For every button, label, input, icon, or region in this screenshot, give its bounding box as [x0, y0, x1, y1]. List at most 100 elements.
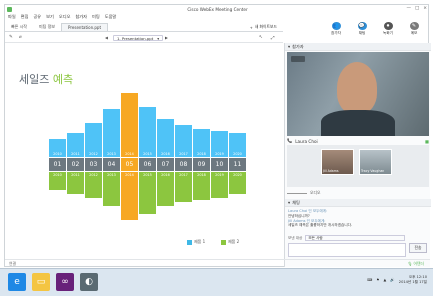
- video-thumbnails: Jill Adams Tracy Vaughan: [287, 145, 429, 187]
- menu-edit[interactable]: 편집: [21, 14, 29, 20]
- next-page-button[interactable]: ▶: [165, 35, 168, 40]
- participants-pane-title: 참가자: [292, 43, 304, 49]
- participants-icon: 👥: [331, 22, 341, 30]
- thumbnail-2[interactable]: Tracy Vaughan: [359, 149, 392, 175]
- send-to-row: 보낸 대상 모든 사람: [288, 235, 428, 241]
- prev-page-button[interactable]: ◀: [105, 35, 108, 40]
- menu-file[interactable]: 파일: [8, 14, 16, 20]
- pen-icon[interactable]: ✎: [9, 35, 13, 40]
- legend-label-2: 제품 2: [228, 239, 240, 244]
- fullscreen-icon[interactable]: ⤢: [271, 35, 275, 41]
- year-label: 2012: [89, 173, 98, 177]
- year-label: 2017: [179, 152, 188, 156]
- new-whiteboard-button[interactable]: + 새 화이트보드: [250, 23, 277, 31]
- audio-label: 오디오: [310, 190, 321, 195]
- tab-presentation[interactable]: Presentation.ppt: [61, 23, 109, 31]
- year-label: 2011: [71, 152, 80, 156]
- year-label: 2015: [143, 152, 152, 156]
- keyboard-icon[interactable]: ⌨: [367, 278, 372, 282]
- slide-title-main: 세일즈: [19, 73, 50, 86]
- phone-icon: 📞: [287, 138, 293, 143]
- speaker-name: Laura Choi: [295, 138, 318, 144]
- menu-help[interactable]: 도움말: [105, 14, 117, 20]
- clock-date: 2014년 1월 17일: [398, 279, 427, 284]
- status-bar: 연결 🎙 어텐더: [5, 259, 430, 267]
- annotate-icon[interactable]: ⌀: [19, 35, 22, 40]
- recorder-panel-button[interactable]: ⏺ 녹화기: [378, 13, 398, 45]
- app-window: Cisco WebEx Meeting Center — □ × 파일 편집 공…: [4, 4, 431, 267]
- tab-bar: 빠른 시작 미팅 정보 Presentation.ppt + 새 화이트보드: [5, 23, 283, 32]
- visual-studio-taskbar-button[interactable]: ∞: [56, 273, 74, 291]
- slide-title-accent: 예측: [52, 73, 74, 86]
- month-cell: 08: [175, 158, 192, 171]
- thumbnail-1[interactable]: Jill Adams: [321, 149, 354, 175]
- recorder-label: 녹화기: [383, 31, 393, 35]
- participants-pane-header: ▾ 참가자: [285, 43, 431, 51]
- chat-pane-title: 채팅: [292, 199, 300, 205]
- upper-bar: 2013: [103, 109, 120, 157]
- month-cell: 11: [229, 158, 246, 171]
- webex-taskbar-button[interactable]: ◐: [80, 273, 98, 291]
- ie-taskbar-button[interactable]: e: [8, 273, 26, 291]
- month-cell: 07: [157, 158, 174, 171]
- title-bar: Cisco WebEx Meeting Center — □ ×: [5, 5, 430, 13]
- visual-studio-icon: ∞: [61, 277, 69, 287]
- chevron-down-icon[interactable]: ▾: [288, 44, 290, 49]
- maximize-button[interactable]: □: [415, 6, 419, 11]
- tab-quick-start[interactable]: 빠른 시작: [5, 23, 33, 31]
- menu-meeting[interactable]: 미팅: [92, 14, 100, 20]
- explorer-taskbar-button[interactable]: ▭: [32, 273, 50, 291]
- pointer-icon[interactable]: ↖: [259, 35, 263, 40]
- audio-row: 오디오: [287, 189, 429, 197]
- menu-participant[interactable]: 참가자: [75, 14, 87, 20]
- upper-bar: 2016: [157, 119, 174, 157]
- flag-icon[interactable]: ⚑: [376, 278, 379, 282]
- status-right-label: 어텐더: [413, 260, 424, 266]
- send-to-value: 모든 사람: [308, 235, 323, 240]
- lower-bar: 2010: [49, 172, 66, 190]
- tab-meeting-info[interactable]: 미팅 정보: [33, 23, 61, 31]
- participants-panel-button[interactable]: 👥 참가자: [326, 13, 346, 45]
- chat-line-text: 세일즈 예측은 훌륭하지만 개시하겠습니다.: [288, 223, 353, 228]
- month-cell: 01: [49, 158, 66, 171]
- send-button[interactable]: 전송: [409, 243, 427, 253]
- close-button[interactable]: ×: [423, 6, 427, 11]
- clock[interactable]: 오후 12:10 2014년 1월 17일: [399, 275, 427, 284]
- chat-panel-button[interactable]: 💬 채팅: [352, 13, 372, 45]
- send-to-select[interactable]: 모든 사람: [305, 235, 406, 241]
- year-label: 2013: [107, 173, 116, 177]
- slide-title: 세일즈 예측: [19, 71, 73, 87]
- year-label: 2011: [71, 173, 80, 177]
- lower-bar: 2018: [193, 172, 210, 200]
- menu-view[interactable]: 보기: [46, 14, 54, 20]
- chevron-down-icon[interactable]: ▾: [288, 200, 290, 205]
- notes-label: 메모: [410, 31, 418, 35]
- notes-panel-button[interactable]: ✎ 메모: [404, 13, 424, 45]
- status-right: 🎙 어텐더: [407, 261, 424, 267]
- menu-audio[interactable]: 오디오: [59, 14, 71, 20]
- month-cell: 03: [85, 158, 102, 171]
- camera-icon[interactable]: ■: [425, 139, 429, 144]
- upper-bar: 2012: [85, 123, 102, 157]
- month-cell: 09: [193, 158, 210, 171]
- lower-bar: 2011: [67, 172, 84, 194]
- chat-log: Laura Choi 인 모두에게: 안녕하십니까? Jill Adams 인 …: [288, 209, 428, 228]
- lower-bar: 2016: [157, 172, 174, 206]
- year-label: 2018: [197, 152, 206, 156]
- volume-icon[interactable]: 🔊: [390, 278, 394, 282]
- speaker-row: 📞 Laura Choi ■: [287, 137, 429, 145]
- upper-bar: 2017: [175, 125, 192, 157]
- volume-slider[interactable]: [287, 192, 307, 194]
- taskbar: e ▭ ∞ ◐ ⌨ ⚑ ▲ 🔊 오후 12:10 2014년 1월 17일: [0, 268, 433, 296]
- minimize-button[interactable]: —: [406, 6, 411, 11]
- chat-input[interactable]: [288, 243, 406, 257]
- legend-label-1: 제품 1: [194, 239, 206, 244]
- year-label: 2017: [179, 173, 188, 177]
- menu-share[interactable]: 공유: [33, 14, 41, 20]
- page-select[interactable]: 1. Presentation.ppt ▾: [113, 35, 164, 41]
- video-overlay: [291, 56, 305, 62]
- system-tray: ⌨ ⚑ ▲ 🔊 오후 12:10 2014년 1월 17일: [367, 275, 427, 284]
- network-icon[interactable]: ▲: [384, 278, 387, 282]
- month-cell: 02: [67, 158, 84, 171]
- month-cell: 04: [103, 158, 120, 171]
